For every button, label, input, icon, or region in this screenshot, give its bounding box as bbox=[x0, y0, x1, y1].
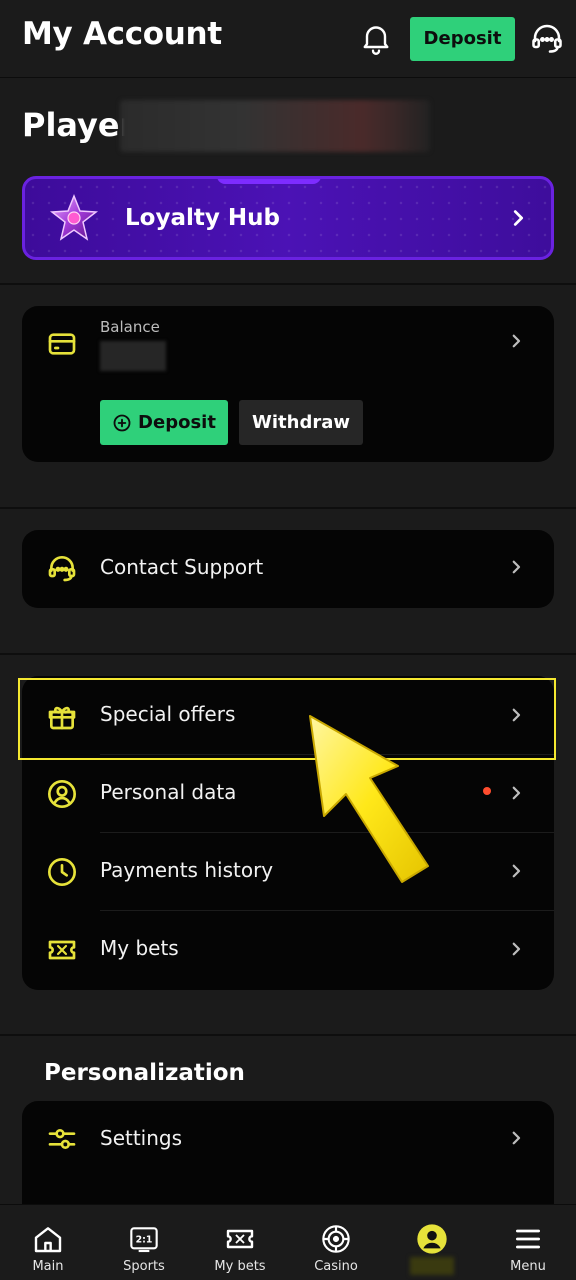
chevron-right-icon[interactable] bbox=[507, 332, 525, 350]
contact-support-row[interactable]: Contact Support bbox=[22, 530, 554, 608]
chevron-right-icon bbox=[512, 560, 521, 574]
menu-item-label: Personal data bbox=[100, 780, 237, 804]
loyalty-hub-banner[interactable]: Loyalty Hub bbox=[22, 176, 554, 260]
star-icon bbox=[49, 193, 99, 241]
section-divider bbox=[0, 283, 576, 285]
nav-label: Casino bbox=[314, 1259, 358, 1274]
nav-item-main[interactable]: Main bbox=[0, 1205, 96, 1280]
nav-label: Menu bbox=[510, 1259, 546, 1274]
section-divider bbox=[0, 507, 576, 509]
nav-label: Main bbox=[32, 1259, 64, 1274]
chevron-right-icon bbox=[513, 210, 524, 226]
withdraw-button[interactable]: Withdraw bbox=[239, 400, 363, 445]
menu-item-personal-data[interactable]: Personal data bbox=[22, 754, 554, 832]
contact-support-label: Contact Support bbox=[100, 555, 264, 579]
loyalty-background-pattern bbox=[25, 179, 551, 257]
loyalty-notch bbox=[217, 179, 321, 184]
deposit-button-label: Deposit bbox=[138, 412, 216, 433]
clock-icon bbox=[48, 858, 76, 886]
svg-text:2:1: 2:1 bbox=[136, 1234, 153, 1245]
nav-label: Sports bbox=[123, 1259, 165, 1274]
hamburger-icon bbox=[516, 1229, 540, 1249]
scoreboard-icon: 2:1 bbox=[130, 1227, 158, 1253]
chevron-right-icon bbox=[512, 942, 521, 956]
balance-label: Balance bbox=[100, 318, 160, 336]
menu-item-label: Payments history bbox=[100, 858, 274, 882]
highlight-box bbox=[18, 678, 556, 760]
nav-label: My bets bbox=[214, 1259, 266, 1274]
menu-item-settings[interactable]: Settings bbox=[22, 1101, 554, 1179]
profile-icon bbox=[417, 1224, 447, 1254]
roulette-icon bbox=[322, 1225, 350, 1253]
balance-card: Balance Deposit Withdraw bbox=[22, 306, 554, 462]
page-title: My Account bbox=[22, 16, 222, 52]
support-headset-icon[interactable] bbox=[529, 20, 565, 56]
player-id-blurred bbox=[120, 100, 430, 152]
menu-item-payments-history[interactable]: Payments history bbox=[22, 832, 554, 910]
nav-item-menu[interactable]: Menu bbox=[480, 1205, 576, 1280]
nav-item-casino[interactable]: Casino bbox=[288, 1205, 384, 1280]
section-divider bbox=[0, 653, 576, 655]
nav-label-blurred bbox=[410, 1257, 454, 1275]
headset-icon bbox=[48, 556, 76, 582]
player-name: Player bbox=[22, 106, 136, 144]
nav-item-profile[interactable] bbox=[384, 1205, 480, 1280]
section-divider bbox=[0, 1034, 576, 1036]
bell-icon[interactable] bbox=[358, 20, 394, 56]
nav-item-my-bets[interactable]: My bets bbox=[192, 1205, 288, 1280]
header-deposit-button[interactable]: Deposit bbox=[410, 17, 515, 61]
chevron-right-icon bbox=[512, 786, 521, 800]
top-bar: My Account Deposit bbox=[0, 0, 576, 78]
ticket-icon bbox=[226, 1229, 254, 1249]
home-icon bbox=[34, 1227, 62, 1253]
deposit-button[interactable]: Deposit bbox=[100, 400, 228, 445]
bottom-navigation: Main 2:1 Sports My bets Casino Menu bbox=[0, 1204, 576, 1280]
menu-item-label: Settings bbox=[100, 1126, 183, 1150]
user-circle-icon bbox=[48, 780, 76, 808]
plus-circle-icon bbox=[113, 414, 131, 431]
chevron-right-icon bbox=[512, 1131, 521, 1145]
sliders-icon bbox=[48, 1129, 76, 1149]
loyalty-hub-label: Loyalty Hub bbox=[125, 205, 280, 231]
personalization-card: Settings bbox=[22, 1101, 554, 1221]
ticket-icon bbox=[48, 940, 76, 960]
menu-item-label: My bets bbox=[100, 936, 179, 960]
nav-item-sports[interactable]: 2:1 Sports bbox=[96, 1205, 192, 1280]
balance-amount-blurred bbox=[100, 341, 166, 371]
notification-dot bbox=[483, 787, 491, 795]
personalization-heading: Personalization bbox=[44, 1060, 245, 1086]
chevron-right-icon bbox=[512, 864, 521, 878]
wallet-card-icon bbox=[48, 333, 76, 355]
pointer-arrow-icon bbox=[309, 715, 429, 883]
menu-item-my-bets[interactable]: My bets bbox=[22, 910, 554, 988]
